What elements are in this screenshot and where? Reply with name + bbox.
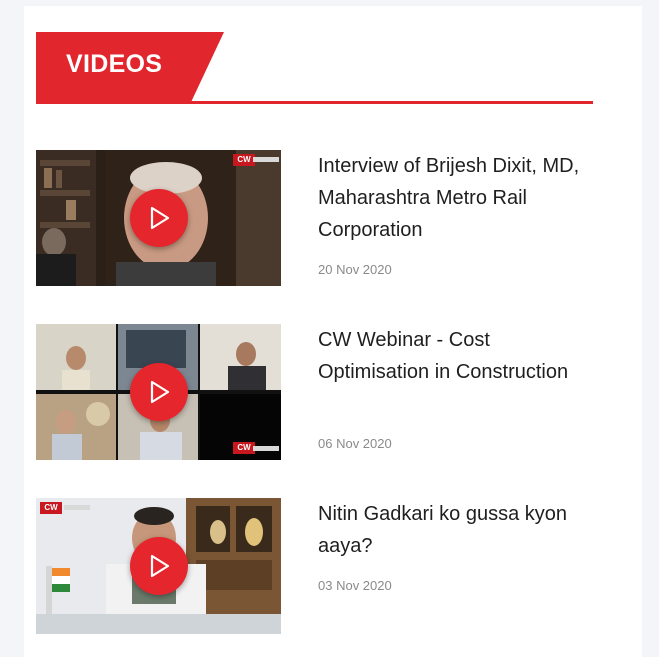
video-title[interactable]: CW Webinar - Cost Optimisation in Constr… <box>318 324 596 388</box>
section-title: VIDEOS <box>66 50 163 78</box>
video-thumbnail-1[interactable]: CW <box>36 150 281 286</box>
channel-logo-strip <box>253 157 279 162</box>
play-icon <box>150 206 170 230</box>
play-icon <box>150 380 170 404</box>
play-button[interactable] <box>130 189 188 247</box>
video-date: 03 Nov 2020 <box>318 578 392 593</box>
video-thumbnail-2[interactable]: CW <box>36 324 281 460</box>
video-date: 06 Nov 2020 <box>318 436 392 451</box>
video-title[interactable]: Interview of Brijesh Dixit, MD, Maharash… <box>318 150 596 246</box>
play-icon <box>150 554 170 578</box>
channel-logo-strip <box>253 446 279 451</box>
play-button[interactable] <box>130 537 188 595</box>
channel-logo-strip <box>64 505 90 510</box>
channel-logo: CW <box>233 154 255 166</box>
channel-logo: CW <box>40 502 62 514</box>
video-thumbnail-3[interactable]: CW <box>36 498 281 634</box>
video-date: 20 Nov 2020 <box>318 262 392 277</box>
section-header: VIDEOS <box>36 32 593 104</box>
video-title[interactable]: Nitin Gadkari ko gussa kyon aaya? <box>318 498 596 562</box>
section-divider <box>36 101 593 104</box>
play-button[interactable] <box>130 363 188 421</box>
channel-logo: CW <box>233 442 255 454</box>
